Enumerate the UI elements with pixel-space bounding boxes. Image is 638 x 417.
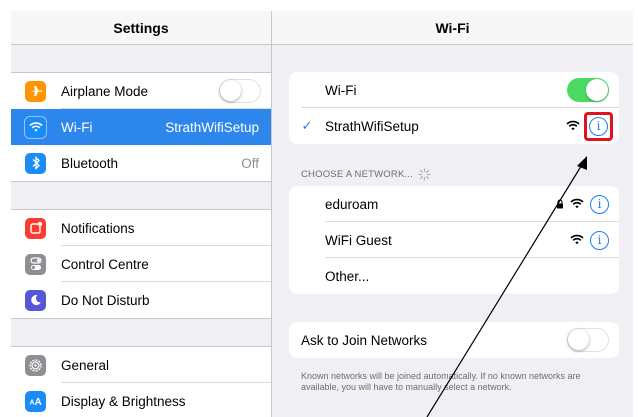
sidebar-item-label: Display & Brightness [61,393,186,409]
connected-network-name: StrathWifiSetup [325,118,419,134]
settings-sidebar: Settings Airplane Mode Wi-Fi StrathWifiS… [11,11,271,417]
sidebar-item-label: Airplane Mode [61,83,149,99]
network-row-other[interactable]: Other... [289,258,619,294]
sidebar-item-label: General [61,357,110,373]
info-icon[interactable]: i [590,194,609,214]
control-centre-icon [25,253,46,275]
sidebar-item-do-not-disturb[interactable]: Do Not Disturb [11,282,271,318]
info-icon[interactable]: i [590,230,609,250]
ask-to-join-row: Ask to Join Networks [289,322,619,358]
loading-spinner-icon [418,168,431,181]
ask-to-join-group: Ask to Join Networks [289,322,619,358]
network-list-group: eduroam i WiFi Guest i Other... [289,186,619,294]
moon-icon [25,289,46,311]
ask-to-join-footer: Known networks will be joined automatica… [301,371,581,392]
detail-navbar: Wi-Fi [272,11,633,45]
sidebar-item-airplane-mode[interactable]: Airplane Mode [11,73,271,109]
wifi-icon [25,116,46,138]
sidebar-item-general[interactable]: General [11,347,271,383]
wifi-network-value: StrathWifiSetup [165,119,259,135]
sidebar-group-notifications: Notifications Control Centre Do Not Dist… [11,209,271,319]
sidebar-title: Settings [113,19,169,36]
notifications-icon [25,217,46,239]
sidebar-item-label: Control Centre [61,256,149,272]
display-brightness-icon: AA [25,390,46,412]
wifi-signal-icon [566,119,580,134]
wifi-toggle[interactable] [567,78,609,102]
info-highlight-box: i [584,111,613,141]
ask-to-join-toggle[interactable] [567,328,609,352]
network-row-eduroam[interactable]: eduroam i [289,186,619,222]
svg-text:A: A [34,397,41,406]
ask-to-join-label: Ask to Join Networks [301,332,428,348]
airplane-icon [25,80,46,102]
sidebar-item-bluetooth[interactable]: Bluetooth Off [11,145,271,181]
sidebar-item-display-brightness[interactable]: AA Display & Brightness [11,383,271,417]
lock-icon [556,197,564,212]
airplane-mode-toggle[interactable] [219,79,261,103]
wifi-toggle-label: Wi-Fi [325,82,357,98]
sidebar-item-label: Notifications [61,220,135,236]
checkmark-icon: ✓ [301,118,313,133]
other-network-label: Other... [325,268,370,284]
bluetooth-icon [25,152,46,174]
gear-icon [25,354,46,376]
wifi-toggle-row: Wi-Fi [289,72,619,108]
network-row-wifi-guest[interactable]: WiFi Guest i [289,222,619,258]
wifi-detail-pane: Wi-Fi Wi-Fi ✓ StrathWifiSetup i CHOOSE A… [272,11,633,417]
wifi-main-group: Wi-Fi ✓ StrathWifiSetup i [289,72,619,144]
wifi-signal-icon [570,233,584,248]
sidebar-group-general: General AA Display & Brightness [11,346,271,417]
sidebar-item-label: Wi-Fi [61,119,93,135]
detail-title: Wi-Fi [435,19,470,36]
bluetooth-value: Off [241,155,259,171]
sidebar-item-notifications[interactable]: Notifications [11,210,271,246]
connected-network-row[interactable]: ✓ StrathWifiSetup i [289,108,619,144]
settings-app: Settings Airplane Mode Wi-Fi StrathWifiS… [11,11,633,417]
sidebar-item-control-centre[interactable]: Control Centre [11,246,271,282]
sidebar-item-wifi[interactable]: Wi-Fi StrathWifiSetup [11,109,271,145]
sidebar-item-label: Do Not Disturb [61,292,150,308]
sidebar-group-connectivity: Airplane Mode Wi-Fi StrathWifiSetup Blue… [11,72,271,182]
sidebar-navbar: Settings [11,11,271,45]
choose-network-header: CHOOSE A NETWORK... [301,168,431,181]
sidebar-item-label: Bluetooth [61,155,119,171]
wifi-signal-icon [570,197,584,212]
network-name: eduroam [325,196,379,212]
network-name: WiFi Guest [325,232,392,248]
info-icon[interactable]: i [589,116,608,136]
